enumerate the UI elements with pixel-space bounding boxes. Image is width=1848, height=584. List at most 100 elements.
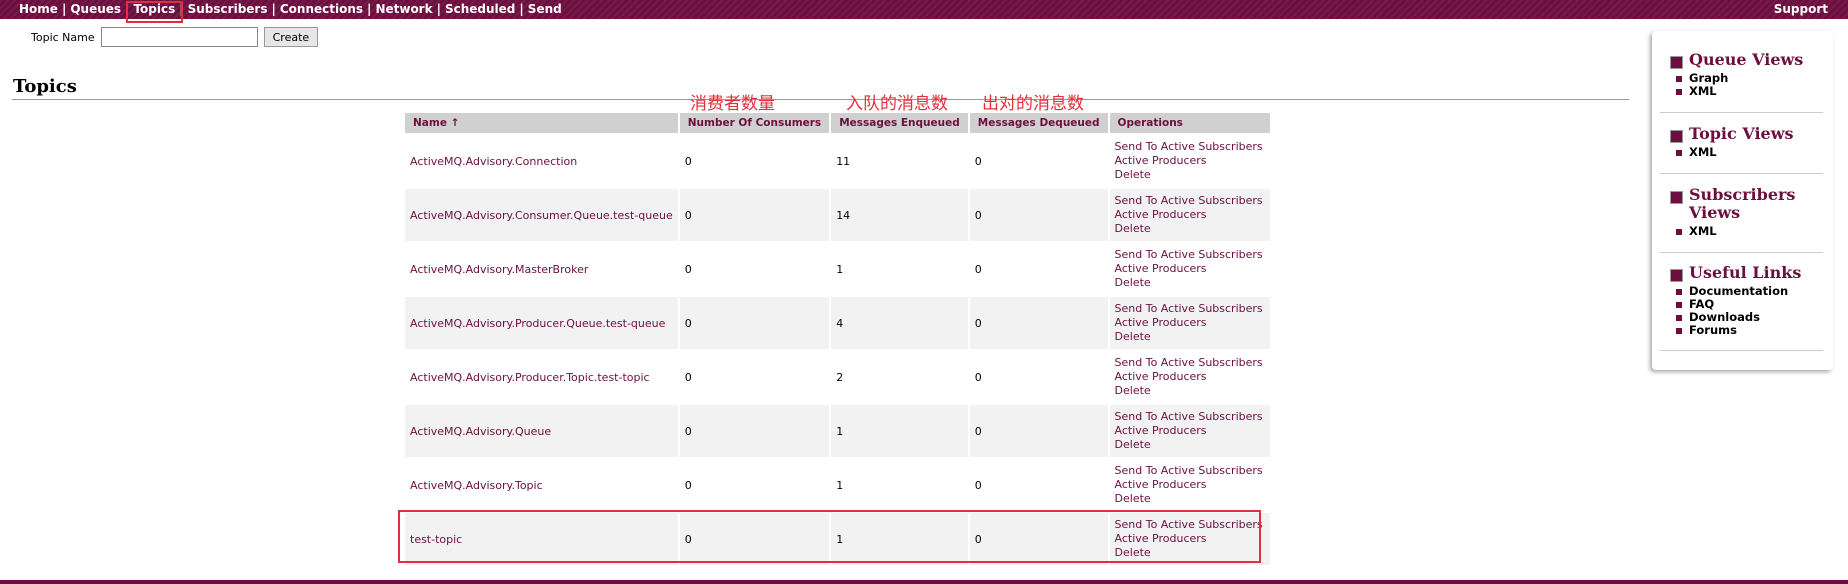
- bullet-icon: [1676, 88, 1682, 95]
- operations-cell: Send To Active Subscribers Active Produc…: [1110, 459, 1270, 511]
- test-topic-row-highlight: [398, 510, 1261, 563]
- active-producers-link[interactable]: Active Producers: [1115, 370, 1265, 384]
- enqueued-cell: 1: [836, 478, 844, 492]
- enqueued-cell: 2: [836, 370, 844, 384]
- send-to-subscribers-link[interactable]: Send To Active Subscribers: [1115, 248, 1265, 262]
- sidebar-link-topic-xml[interactable]: XML: [1676, 146, 1794, 159]
- active-producers-link[interactable]: Active Producers: [1115, 154, 1265, 168]
- topic-name-link[interactable]: ActiveMQ.Advisory.Producer.Queue.test-qu…: [410, 317, 665, 330]
- enqueued-cell: 11: [836, 154, 851, 168]
- col-header-dequeued[interactable]: Messages Dequeued: [969, 113, 1108, 133]
- enqueued-cell: 14: [831, 189, 968, 241]
- section-title: Useful Links: [1689, 263, 1802, 282]
- topic-name-link[interactable]: ActiveMQ.Advisory.Connection: [410, 155, 577, 168]
- send-to-subscribers-link[interactable]: Send To Active Subscribers: [1115, 410, 1265, 424]
- send-to-subscribers-link[interactable]: Send To Active Subscribers: [1115, 302, 1265, 316]
- nav-separator: |: [436, 2, 441, 16]
- topic-name-label: Topic Name: [31, 30, 95, 44]
- nav-scheduled[interactable]: Scheduled: [445, 2, 515, 16]
- nav-queues[interactable]: Queues: [70, 2, 121, 16]
- col-header-name[interactable]: Name ↑: [405, 113, 678, 133]
- table-row: ActiveMQ.Advisory.Connection 0 11 0 Send…: [405, 135, 1270, 187]
- enqueued-cell: 1: [831, 405, 968, 457]
- sidebar: Queue Views Graph XML Topic Views XML Su…: [1652, 31, 1833, 370]
- col-header-enqueued[interactable]: Messages Enqueued: [831, 113, 968, 133]
- nav-connections[interactable]: Connections: [280, 2, 363, 16]
- send-to-subscribers-link[interactable]: Send To Active Subscribers: [1115, 464, 1265, 478]
- operations-cell: Send To Active Subscribers Active Produc…: [1110, 243, 1270, 295]
- section-title: Topic Views: [1689, 124, 1794, 143]
- table-header-row: Name ↑ Number Of Consumers Messages Enqu…: [405, 113, 1270, 133]
- nav-support[interactable]: Support: [1774, 2, 1828, 16]
- topic-name-link[interactable]: ActiveMQ.Advisory.MasterBroker: [410, 263, 588, 276]
- operations-cell: Send To Active Subscribers Active Produc…: [1109, 297, 1270, 349]
- nav-separator: |: [271, 2, 276, 16]
- delete-link[interactable]: Delete: [1115, 438, 1265, 452]
- nav-subscribers[interactable]: Subscribers: [188, 2, 268, 16]
- dequeued-cell: 0: [974, 262, 982, 276]
- send-to-subscribers-link[interactable]: Send To Active Subscribers: [1115, 356, 1265, 370]
- delete-link[interactable]: Delete: [1115, 330, 1265, 344]
- send-to-subscribers-link[interactable]: Send To Active Subscribers: [1115, 194, 1265, 208]
- topic-name-link[interactable]: ActiveMQ.Advisory.Consumer.Queue.test-qu…: [410, 209, 673, 222]
- useful-links-section: Useful Links Documentation FAQ Downloads…: [1670, 264, 1801, 337]
- section-square-icon: [1670, 56, 1683, 69]
- active-producers-link[interactable]: Active Producers: [1115, 478, 1265, 492]
- section-title: Queue Views: [1689, 50, 1804, 69]
- send-to-subscribers-link[interactable]: Send To Active Subscribers: [1115, 140, 1265, 154]
- section-title: Subscribers Views: [1689, 185, 1796, 222]
- main-nav: Home | Queues | Topics | Subscribers | Connectio…: [19, 2, 562, 16]
- nav-separator: |: [61, 2, 67, 16]
- consumers-cell: 0: [684, 478, 692, 492]
- active-producers-link[interactable]: Active Producers: [1115, 208, 1265, 222]
- topic-name-link[interactable]: ActiveMQ.Advisory.Producer.Topic.test-to…: [410, 371, 650, 384]
- nav-home[interactable]: Home: [19, 2, 58, 16]
- topic-name-input[interactable]: [100, 27, 258, 47]
- consumers-cell: 0: [684, 262, 692, 276]
- table-row: ActiveMQ.Advisory.Consumer.Queue.test-qu…: [405, 189, 1270, 241]
- active-producers-link[interactable]: Active Producers: [1115, 424, 1265, 438]
- sidebar-divider: [1660, 350, 1823, 351]
- bullet-icon: [1676, 288, 1682, 295]
- dequeued-cell: 0: [974, 154, 982, 168]
- table-row: ActiveMQ.Advisory.Producer.Topic.test-to…: [405, 351, 1270, 403]
- active-producers-link[interactable]: Active Producers: [1115, 262, 1265, 276]
- bullet-icon: [1676, 149, 1682, 156]
- sidebar-link-queue-xml[interactable]: XML: [1676, 85, 1803, 98]
- sidebar-link-subscribers-xml[interactable]: XML: [1676, 225, 1820, 238]
- create-button[interactable]: Create: [263, 27, 319, 47]
- subscribers-views-section: Subscribers Views XML: [1670, 186, 1820, 238]
- sidebar-link-forums[interactable]: Forums: [1676, 324, 1801, 337]
- topic-name-link[interactable]: ActiveMQ.Advisory.Topic: [410, 479, 543, 492]
- nav-send[interactable]: Send: [528, 2, 562, 16]
- section-square-icon: [1670, 269, 1683, 282]
- sidebar-divider: [1660, 252, 1823, 253]
- delete-link[interactable]: Delete: [1115, 492, 1265, 506]
- title-divider: [12, 99, 1629, 100]
- sidebar-divider: [1660, 173, 1823, 174]
- delete-link[interactable]: Delete: [1115, 168, 1265, 182]
- nav-separator: |: [367, 2, 372, 16]
- queue-views-section: Queue Views Graph XML: [1670, 51, 1803, 98]
- bullet-icon: [1676, 314, 1682, 321]
- col-header-consumers[interactable]: Number Of Consumers: [679, 113, 830, 133]
- consumers-cell: 0: [679, 189, 830, 241]
- nav-network[interactable]: Network: [375, 2, 432, 16]
- operations-cell: Send To Active Subscribers Active Produc…: [1109, 405, 1270, 457]
- table-row: ActiveMQ.Advisory.MasterBroker 0 1 0 Sen…: [405, 243, 1270, 295]
- delete-link[interactable]: Delete: [1115, 276, 1265, 290]
- enqueued-cell: 4: [831, 297, 968, 349]
- sidebar-divider: [1660, 112, 1823, 113]
- dequeued-cell: 0: [969, 405, 1108, 457]
- dequeued-cell: 0: [974, 370, 982, 384]
- dequeued-cell: 0: [969, 189, 1108, 241]
- active-producers-link[interactable]: Active Producers: [1115, 316, 1265, 330]
- operations-cell: Send To Active Subscribers Active Produc…: [1109, 189, 1270, 241]
- operations-cell: Send To Active Subscribers Active Produc…: [1110, 135, 1270, 187]
- delete-link[interactable]: Delete: [1115, 222, 1265, 236]
- table-row: ActiveMQ.Advisory.Topic 0 1 0 Send To Ac…: [405, 459, 1270, 511]
- consumers-cell: 0: [684, 154, 692, 168]
- delete-link[interactable]: Delete: [1115, 384, 1265, 398]
- table-row: ActiveMQ.Advisory.Producer.Queue.test-qu…: [405, 297, 1270, 349]
- topic-name-link[interactable]: ActiveMQ.Advisory.Queue: [410, 425, 551, 438]
